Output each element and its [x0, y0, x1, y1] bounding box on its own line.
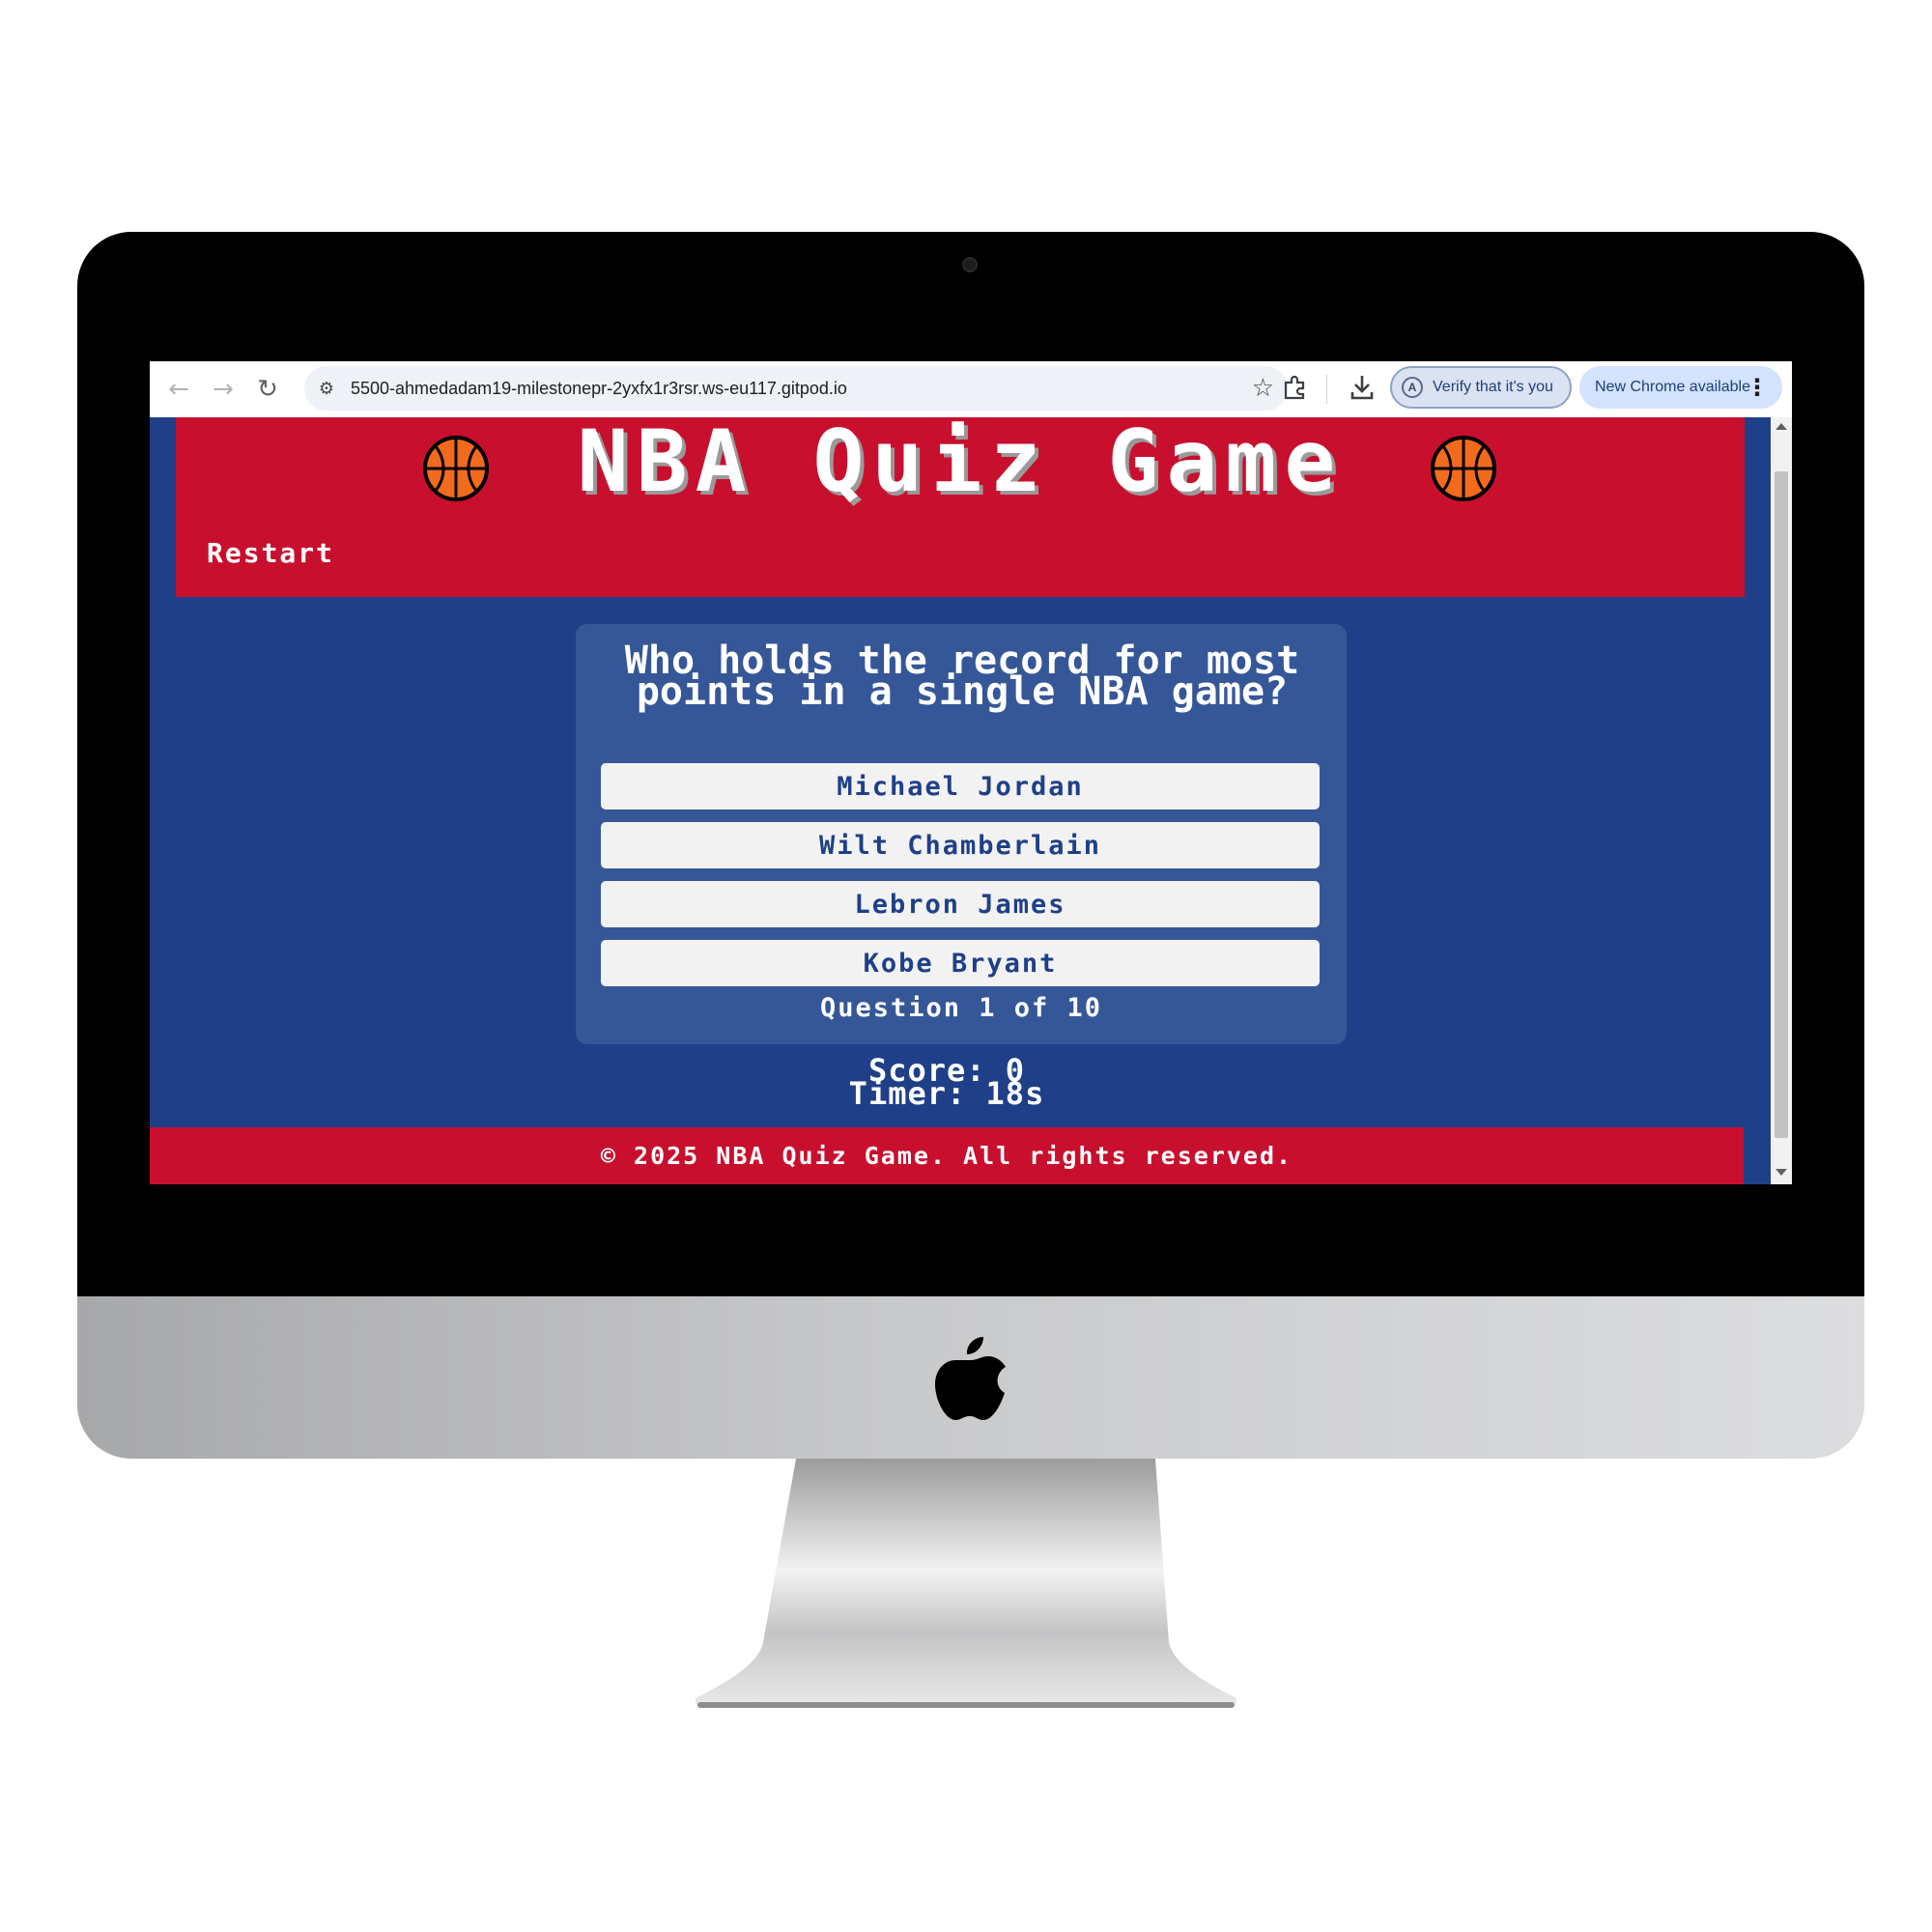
webcam	[962, 257, 978, 272]
profile-avatar: A	[1402, 377, 1423, 398]
site-settings-icon[interactable]: ⚙	[316, 378, 337, 399]
toolbar-separator	[1326, 375, 1327, 404]
chrome-update-chip[interactable]: New Chrome available ⋮	[1579, 366, 1782, 409]
download-icon[interactable]	[1350, 373, 1375, 402]
update-chip-label: New Chrome available	[1595, 379, 1750, 395]
menu-dots-icon[interactable]: ⋮	[1746, 374, 1769, 401]
answer-button[interactable]: Wilt Chamberlain	[601, 822, 1320, 868]
scroll-down-arrow-icon[interactable]	[1776, 1169, 1787, 1176]
verify-identity-chip[interactable]: A Verify that it's you	[1390, 366, 1572, 409]
score-panel: Score: 0 Timer: 18s	[150, 1055, 1744, 1112]
forward-icon[interactable]: →	[202, 368, 244, 411]
answer-button[interactable]: Lebron James	[601, 881, 1320, 927]
site-header: NBA Quiz Game Restart	[176, 417, 1745, 597]
answer-button[interactable]: Michael Jordan	[601, 763, 1320, 810]
scrollbar-thumb[interactable]	[1775, 471, 1788, 1138]
address-bar[interactable]: ⚙ 5500-ahmedadam19-milestonepr-2yxfx1r3r…	[304, 366, 1288, 411]
restart-button[interactable]: Restart	[207, 537, 334, 569]
back-icon[interactable]: ←	[157, 368, 200, 411]
reload-icon[interactable]: ↻	[246, 368, 289, 411]
page-viewport: NBA Quiz Game Restart Who holds the reco…	[150, 417, 1792, 1184]
apple-logo-icon	[935, 1337, 1006, 1420]
site-footer: © 2025 NBA Quiz Game. All rights reserve…	[150, 1127, 1744, 1184]
scrollbar[interactable]	[1771, 417, 1792, 1184]
extensions-icon[interactable]	[1282, 375, 1307, 400]
url-text[interactable]: 5500-ahmedadam19-milestonepr-2yxfx1r3rsr…	[351, 379, 847, 399]
scroll-up-arrow-icon[interactable]	[1776, 423, 1787, 430]
imac-stand	[696, 1459, 1236, 1708]
quiz-card: Who holds the record for most points in …	[576, 624, 1347, 1044]
question-text: Who holds the record for most points in …	[624, 639, 1300, 714]
question-progress: Question 1 of 10	[819, 993, 1103, 1023]
timer-text: Timer: 18s	[848, 1075, 1045, 1112]
screen: ← → ↻ ⚙ 5500-ahmedadam19-milestonepr-2yx…	[150, 307, 1792, 1233]
answer-button[interactable]: Kobe Bryant	[601, 940, 1320, 986]
basketball-icon	[1431, 436, 1496, 501]
bookmark-star-icon[interactable]: ☆	[1252, 374, 1274, 403]
browser-toolbar: ← → ↻ ⚙ 5500-ahmedadam19-milestonepr-2yx…	[150, 361, 1792, 417]
verify-chip-label: Verify that it's you	[1433, 379, 1553, 395]
site-title: NBA Quiz Game	[577, 417, 1344, 511]
